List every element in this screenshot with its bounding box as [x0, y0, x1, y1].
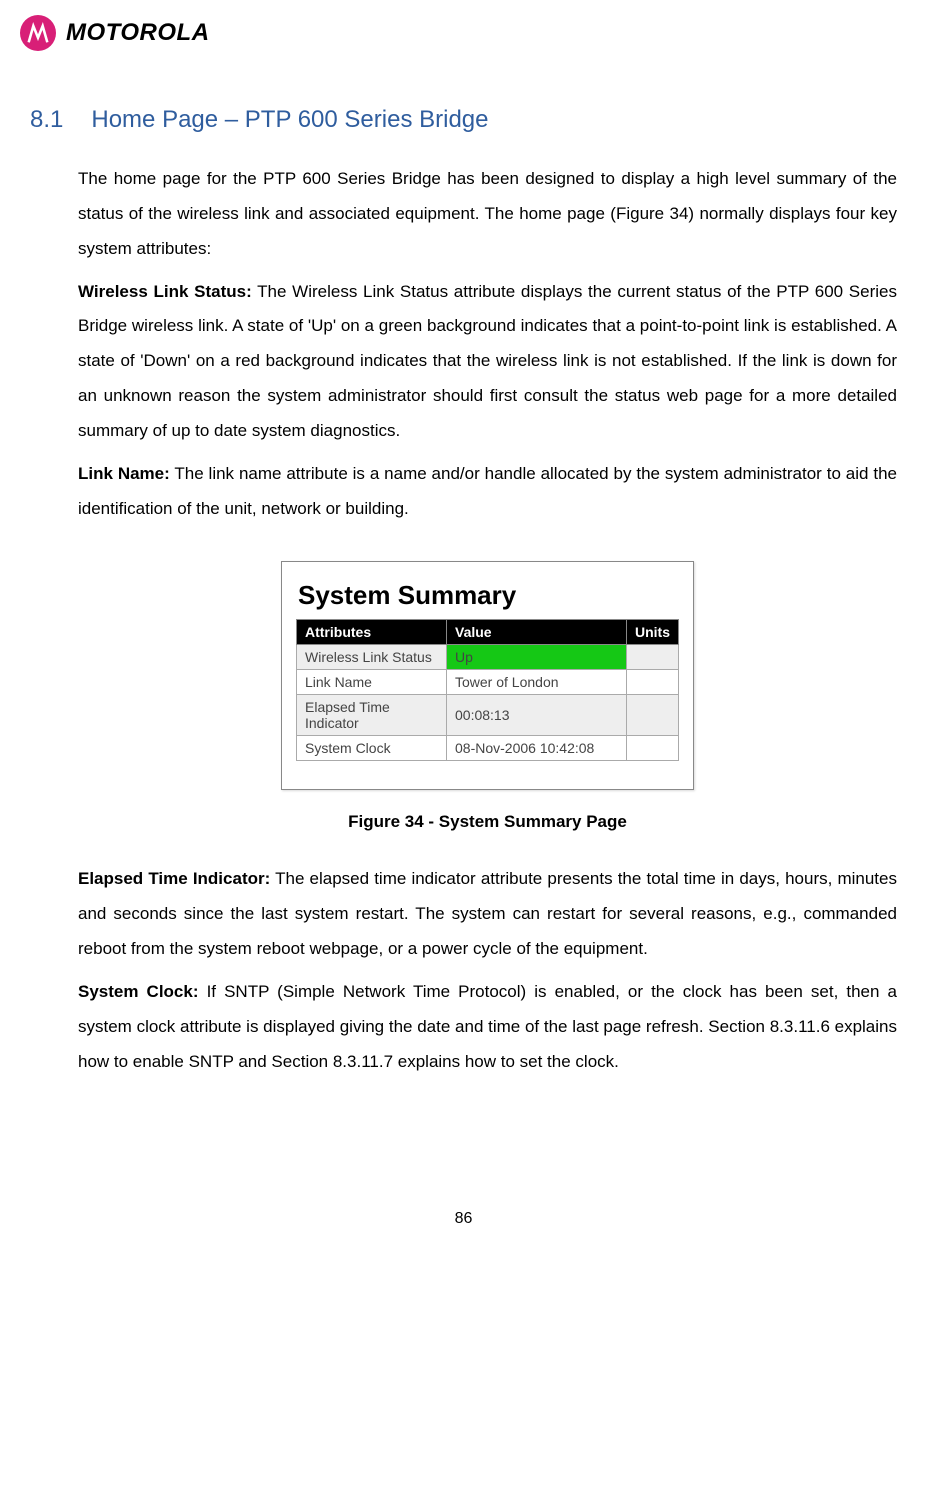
- cell-value: 00:08:13: [447, 695, 627, 736]
- table-row: Link NameTower of London: [297, 670, 679, 695]
- cell-attribute: Wireless Link Status: [297, 645, 447, 670]
- col-attributes: Attributes: [297, 620, 447, 645]
- figure-caption: Figure 34 - System Summary Page: [348, 812, 627, 832]
- system-clock-paragraph: System Clock: If SNTP (Simple Network Ti…: [78, 975, 897, 1080]
- table-row: System Clock08-Nov-2006 10:42:08: [297, 736, 679, 761]
- wireless-link-status-body: The Wireless Link Status attribute displ…: [78, 282, 897, 440]
- elapsed-time-paragraph: Elapsed Time Indicator: The elapsed time…: [78, 862, 897, 967]
- cell-attribute: System Clock: [297, 736, 447, 761]
- col-units: Units: [627, 620, 679, 645]
- intro-paragraph: The home page for the PTP 600 Series Bri…: [78, 162, 897, 267]
- cell-units: [627, 695, 679, 736]
- wireless-link-status-paragraph: Wireless Link Status: The Wireless Link …: [78, 275, 897, 449]
- cell-units: [627, 645, 679, 670]
- table-row: Wireless Link StatusUp: [297, 645, 679, 670]
- brand-header: MOTOROLA: [20, 15, 897, 51]
- cell-value: 08-Nov-2006 10:42:08: [447, 736, 627, 761]
- motorola-logo-icon: [20, 15, 56, 51]
- cell-value: Tower of London: [447, 670, 627, 695]
- link-name-body: The link name attribute is a name and/or…: [78, 464, 897, 518]
- cell-units: [627, 736, 679, 761]
- figure-34: System Summary Attributes Value Units Wi…: [78, 561, 897, 832]
- system-summary-body: Wireless Link StatusUpLink NameTower of …: [297, 645, 679, 761]
- link-name-label: Link Name:: [78, 464, 170, 483]
- cell-value: Up: [447, 645, 627, 670]
- elapsed-time-label: Elapsed Time Indicator:: [78, 869, 270, 888]
- col-value: Value: [447, 620, 627, 645]
- system-clock-body: If SNTP (Simple Network Time Protocol) i…: [78, 982, 897, 1071]
- section-number: 8.1: [30, 106, 63, 134]
- section-title: Home Page – PTP 600 Series Bridge: [91, 106, 488, 134]
- link-name-paragraph: Link Name: The link name attribute is a …: [78, 457, 897, 527]
- page-number: 86: [30, 1210, 897, 1228]
- system-summary-title: System Summary: [298, 580, 679, 611]
- brand-name: MOTOROLA: [66, 19, 210, 47]
- table-row: Elapsed Time Indicator00:08:13: [297, 695, 679, 736]
- system-clock-label: System Clock:: [78, 982, 199, 1001]
- system-summary-table: Attributes Value Units Wireless Link Sta…: [296, 619, 679, 761]
- cell-units: [627, 670, 679, 695]
- section-heading: 8.1 Home Page – PTP 600 Series Bridge: [30, 106, 897, 134]
- system-summary-panel: System Summary Attributes Value Units Wi…: [281, 561, 694, 790]
- cell-attribute: Link Name: [297, 670, 447, 695]
- cell-attribute: Elapsed Time Indicator: [297, 695, 447, 736]
- wireless-link-status-label: Wireless Link Status:: [78, 282, 252, 301]
